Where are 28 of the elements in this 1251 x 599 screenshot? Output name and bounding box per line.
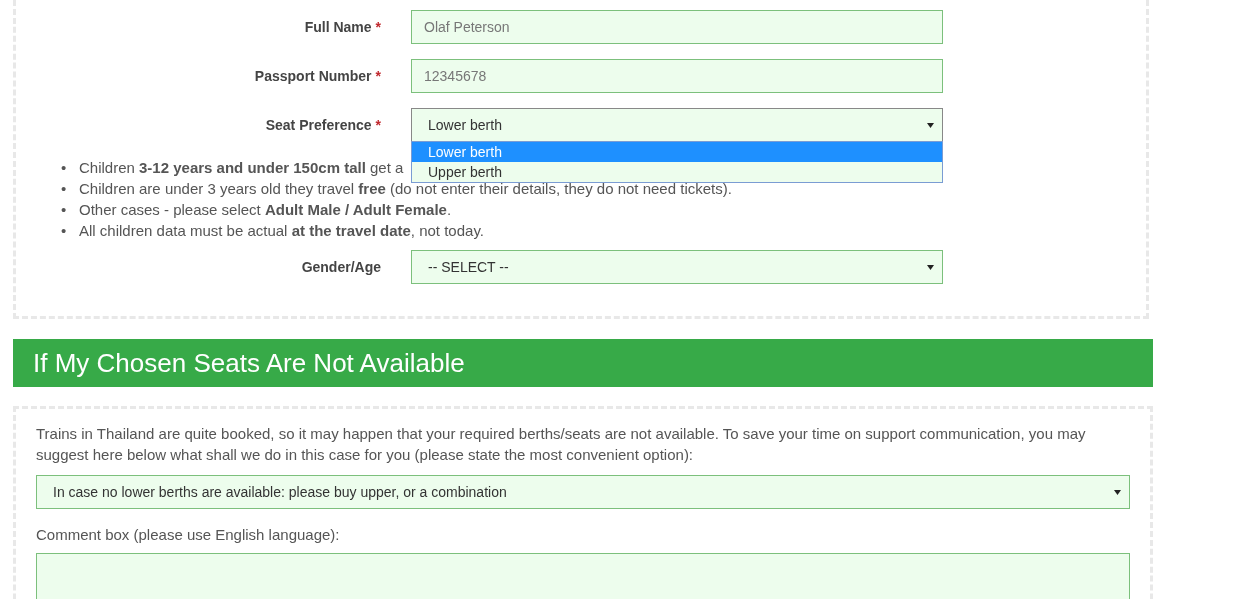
dropdown[interactable]: -- SELECT --: [411, 250, 943, 284]
section-header: If My Chosen Seats Are Not Available: [13, 339, 1153, 387]
required-mark: *: [375, 68, 381, 84]
caret-icon: [927, 122, 934, 128]
note-text: Other cases - please select Adult Male / Adult Female.: [79, 200, 452, 220]
note-text: All children data must be actual at the travel date, not today.: [79, 221, 484, 241]
field-label: Passport Number: [254, 68, 372, 84]
caret-icon: [1114, 489, 1121, 495]
dropdown[interactable]: In case no lower berths are available: please buy upper, or a combination: [36, 475, 1130, 509]
bullet: •: [61, 221, 68, 241]
field-label: Full Name: [304, 19, 372, 35]
field-label: Gender/Age: [301, 259, 381, 275]
comment-label: Comment box (please use English language):: [36, 526, 341, 543]
note-text: Children 3-12 years and under 150cm tall get a: [79, 158, 404, 178]
note-text: Children are under 3 years old they travel free (do not enter their details, they do not need tickets).: [79, 180, 732, 199]
bullet: •: [61, 179, 68, 199]
field-label: Seat Preference: [265, 117, 372, 133]
required-mark: *: [375, 117, 381, 133]
bullet: •: [61, 158, 68, 178]
text-field[interactable]: Olaf Peterson: [411, 10, 943, 44]
required-mark: *: [375, 19, 381, 35]
comment-field[interactable]: [36, 553, 1130, 599]
dropdown-option[interactable]: Upper berth: [412, 162, 942, 182]
dropdown[interactable]: Lower berth: [411, 108, 943, 142]
description-text: Trains in Thailand are quite booked, so it may happen that your required berths/seats are not available. To save your time on support communication, you may suggest here below what shall we do in this case for you (please state the most convenient option):: [36, 424, 1087, 465]
caret-icon: [927, 264, 934, 270]
bullet: •: [61, 200, 68, 220]
text-field[interactable]: 12345678: [411, 59, 943, 93]
